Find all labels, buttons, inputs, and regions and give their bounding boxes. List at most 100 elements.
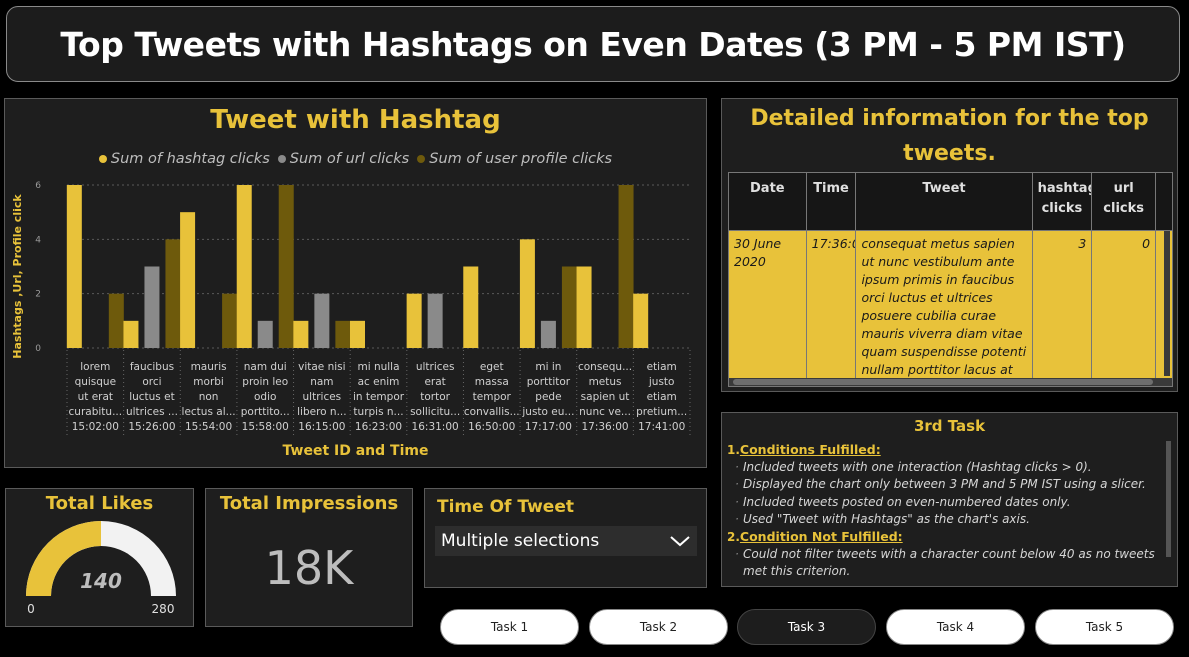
cell-tweet: consequat metus sapien ut nunc vestibulu…	[856, 231, 1033, 381]
bar-sum-of-hashtag-clicks	[293, 320, 309, 348]
x-tick-label: nam dui proin leo odio porttito... 15:58:00	[241, 361, 290, 433]
x-tick-label: consequ... metus sapien ut nunc ve... 17:36:…	[578, 361, 632, 433]
total-impressions-card[interactable]: Total Impressions 18K	[205, 488, 413, 627]
fulfilled-number: 1.	[727, 443, 740, 457]
total-likes-card[interactable]: Total Likes 140 0 280	[5, 488, 194, 627]
x-tick-line: etiam	[647, 391, 677, 403]
cell-date: 30 June 2020	[729, 231, 807, 381]
x-tick-label: eget massa tempor convallis... 16:50:00	[464, 361, 520, 433]
x-tick-line: massa	[475, 376, 509, 388]
x-tick-line: justo eu...	[521, 406, 574, 418]
y-tick-label: 0	[35, 344, 41, 354]
legend-item-profile[interactable]: Sum of user profile clicks	[417, 151, 612, 167]
bar-sum-of-user-profile-clicks	[222, 293, 238, 348]
bar-sum-of-hashtag-clicks	[236, 185, 252, 348]
task-3-button[interactable]: Task 3	[737, 609, 876, 645]
task-title: 3rd Task	[913, 417, 986, 435]
task-scrollbar[interactable]	[1166, 441, 1171, 557]
x-tick-line: turpis n...	[353, 406, 403, 418]
x-tick-label: lorem quisque ut erat curabitu... 15:02:00	[69, 361, 123, 433]
scrollbar-thumb[interactable]	[733, 379, 1153, 385]
chart-title: Tweet with Hashtag	[210, 105, 501, 135]
bar-sum-of-user-profile-clicks	[335, 320, 351, 348]
x-tick-line: metus	[589, 376, 622, 388]
bar-sum-of-url-clicks	[314, 293, 330, 348]
header-banner: Top Tweets with Hashtags on Even Dates (…	[6, 6, 1180, 82]
x-tick-line: lorem	[80, 361, 110, 373]
x-tick-line: pede	[535, 391, 561, 403]
chart-legend[interactable]: Sum of hashtag clicks Sum of url clicks …	[5, 151, 706, 167]
col-header-time[interactable]: Time	[807, 173, 857, 230]
time-of-tweet-slicer: Time Of Tweet Multiple selections	[424, 488, 707, 588]
bar-sum-of-user-profile-clicks	[108, 293, 124, 348]
bar-sum-of-url-clicks	[427, 293, 443, 348]
x-tick-line: tempor	[473, 391, 512, 403]
task-5-button[interactable]: Task 5	[1035, 609, 1174, 645]
x-tick-line: ultrices	[303, 391, 342, 403]
slicer-dropdown[interactable]: Multiple selections	[435, 526, 697, 556]
bar-sum-of-hashtag-clicks	[576, 266, 592, 348]
table-row[interactable]: 30 June 2020 17:36:00 consequat metus sa…	[729, 231, 1172, 381]
x-tick-line: libero n...	[297, 406, 346, 418]
not-fulfilled-heading-text: Condition Not Fulfilled:	[739, 529, 903, 545]
y-axis-label: Hashtags ,Url, Profile click	[11, 194, 24, 359]
tweet-hashtag-chart[interactable]: Hashtags ,Url, Profile click 0 2 4 6 lorem qui…	[4, 98, 707, 468]
detail-table-panel: Detailed information for the top tweets.…	[721, 98, 1178, 392]
x-tick-line: nunc ve...	[579, 406, 631, 418]
fulfilled-heading-text: Conditions Fulfilled:	[739, 442, 881, 457]
x-tick-line: sapien ut	[581, 391, 630, 403]
x-tick-line: mi nulla	[357, 361, 399, 373]
x-tick-line: mauris	[191, 361, 227, 373]
table-header-row: Date Time Tweet hashtag clicks url click…	[729, 173, 1172, 231]
legend-dot-icon	[98, 155, 107, 163]
x-tick-line: sollicitu...	[410, 406, 460, 418]
not-fulfilled-number: 2.	[727, 530, 740, 545]
task-4-button[interactable]: Task 4	[886, 609, 1025, 645]
x-tick-line: non	[199, 391, 219, 403]
col-header-overflow	[1156, 173, 1172, 230]
chevron-down-icon[interactable]	[669, 534, 691, 548]
bar-sum-of-hashtag-clicks	[519, 239, 535, 348]
x-tick-label: etiam justo etiam pretium... 17:41:00	[636, 361, 687, 433]
task-1-button[interactable]: Task 1	[440, 609, 579, 645]
x-tick-line: convallis...	[464, 406, 520, 418]
col-header-hashtag-clicks[interactable]: hashtag clicks	[1033, 173, 1093, 230]
x-tick-line: ultrices ...	[126, 406, 178, 418]
gauge-min: 0	[27, 602, 35, 616]
x-tick-line: eget	[480, 361, 504, 373]
x-tick-line: ut erat	[78, 391, 113, 403]
slicer-value: Multiple selections	[441, 531, 600, 551]
x-tick-line: orci	[142, 376, 161, 388]
bar-sum-of-hashtag-clicks	[406, 293, 422, 348]
x-tick-line: 17:41:00	[638, 421, 685, 433]
legend-dot-icon	[417, 155, 426, 163]
x-tick-line: ac enim	[358, 376, 400, 388]
x-tick-line: etiam	[647, 361, 677, 373]
page-title: Top Tweets with Hashtags on Even Dates (…	[60, 24, 1126, 64]
detail-table[interactable]: Date Time Tweet hashtag clicks url click…	[728, 172, 1173, 387]
x-tick-line: ultrices	[416, 361, 455, 373]
legend-item-hashtag[interactable]: Sum of hashtag clicks	[98, 151, 270, 167]
bar-sum-of-hashtag-clicks	[463, 266, 479, 348]
x-tick-line: erat	[424, 376, 445, 388]
legend-dot-icon	[277, 155, 286, 163]
col-header-tweet[interactable]: Tweet	[856, 173, 1033, 230]
table-horizontal-scrollbar[interactable]	[729, 378, 1172, 386]
table-vertical-scrollbar[interactable]	[1164, 231, 1170, 376]
x-tick-line: lectus al...	[182, 406, 236, 418]
x-tick-label: mi nulla ac enim in tempor turpis n... 16:23…	[353, 361, 405, 433]
table-title: Detailed information for the top tweets.	[750, 106, 1149, 166]
task-2-button[interactable]: Task 2	[589, 609, 728, 645]
task-notes-panel: 3rd Task 1.Conditions Fulfilled: Include…	[721, 412, 1178, 587]
x-tick-line: 16:50:00	[468, 421, 515, 433]
x-tick-line: curabitu...	[69, 406, 123, 418]
x-tick-line: 16:15:00	[298, 421, 345, 433]
col-header-date[interactable]: Date	[729, 173, 807, 230]
legend-item-url[interactable]: Sum of url clicks	[277, 151, 409, 167]
likes-gauge: 140 0 280	[26, 521, 176, 616]
x-tick-line: in tempor	[353, 391, 405, 403]
x-tick-line: pretium...	[636, 406, 687, 418]
impressions-value: 18K	[264, 541, 354, 595]
col-header-url-clicks[interactable]: url clicks	[1092, 173, 1157, 230]
bar-sum-of-user-profile-clicks	[618, 185, 634, 348]
